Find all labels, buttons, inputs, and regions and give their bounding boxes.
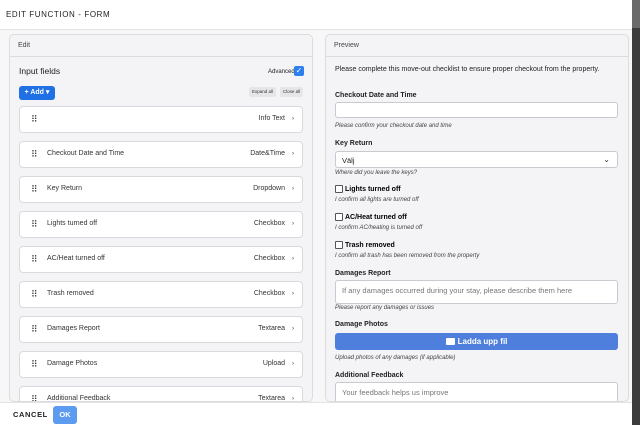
field-type: Checkbox (253, 220, 285, 227)
upload-button-label: Ladda upp fil (457, 337, 508, 346)
trash-label: Trash removed (345, 241, 395, 249)
ac-checkbox[interactable] (335, 213, 343, 221)
checkout-help: Please confirm your checkout date and ti… (335, 123, 452, 129)
advanced-label: Advanced (268, 69, 295, 75)
add-field-button[interactable]: + Add ▾ (19, 86, 55, 100)
field-name: Key Return (47, 185, 83, 192)
chevron-right-icon[interactable]: › (292, 256, 294, 262)
field-name: Damages Report (47, 325, 100, 332)
feedback-textarea[interactable]: Your feedback helps us improve (335, 382, 618, 401)
damages-textarea[interactable]: If any damages occurred during your stay… (335, 280, 618, 304)
drag-handle-icon[interactable]: ⠿ (31, 360, 38, 370)
ac-checkbox-row[interactable]: AC/Heat turned off (335, 213, 407, 221)
lights-checkbox[interactable] (335, 185, 343, 193)
drag-handle-icon[interactable]: ⠿ (31, 220, 38, 230)
field-name: Checkout Date and Time (47, 150, 125, 157)
trash-help: I confirm all trash has been removed fro… (335, 253, 480, 259)
ok-button[interactable]: OK (53, 406, 77, 424)
ac-label: AC/Heat turned off (345, 213, 407, 221)
field-row-ac[interactable]: ⠿ AC/Heat turned off Checkbox › (19, 246, 303, 273)
field-row-trash[interactable]: ⠿ Trash removed Checkbox › (19, 281, 303, 308)
edit-panel-heading: Edit (10, 35, 312, 57)
expand-all-button[interactable]: Expand all (249, 87, 276, 97)
field-name: AC/Heat turned off (47, 255, 105, 262)
lights-label: Lights turned off (345, 185, 401, 193)
drag-handle-icon[interactable]: ⠿ (31, 185, 38, 195)
field-type: Textarea (258, 325, 285, 332)
field-name: Lights turned off (47, 220, 98, 227)
drag-handle-icon[interactable]: ⠿ (31, 150, 38, 160)
key-return-select[interactable]: Välj ⌄ (335, 151, 618, 168)
field-row-lights[interactable]: ⠿ Lights turned off Checkbox › (19, 211, 303, 238)
lights-checkbox-row[interactable]: Lights turned off (335, 185, 401, 193)
dialog-footer: CANCEL OK (0, 402, 632, 425)
upload-icon (445, 338, 455, 345)
checkout-datetime-input[interactable] (335, 102, 618, 118)
chevron-down-icon: ⌄ (603, 155, 610, 164)
drag-handle-icon[interactable]: ⠿ (31, 290, 38, 300)
field-type: Dropdown (253, 185, 285, 192)
field-name: Trash removed (47, 290, 94, 297)
chevron-right-icon[interactable]: › (292, 116, 294, 122)
chevron-right-icon[interactable]: › (292, 186, 294, 192)
trash-checkbox[interactable] (335, 241, 343, 249)
edit-panel: Edit Input fields Advanced ✓ + Add ▾ Exp… (9, 34, 313, 402)
advanced-checkbox[interactable]: ✓ (294, 66, 304, 76)
chevron-right-icon[interactable]: › (292, 361, 294, 367)
field-name: Damage Photos (47, 360, 98, 367)
field-type: Date&Time (250, 150, 285, 157)
preview-panel-heading: Preview (326, 35, 628, 57)
field-type: Upload (262, 360, 285, 367)
drag-handle-icon[interactable]: ⠿ (31, 395, 38, 402)
upload-file-button[interactable]: Ladda upp fil (335, 333, 618, 350)
key-return-label: Key Return (335, 140, 373, 147)
chevron-right-icon[interactable]: › (292, 291, 294, 297)
key-return-help: Where did you leave the keys? (335, 170, 418, 176)
cancel-button[interactable]: CANCEL (13, 410, 48, 419)
close-all-button[interactable]: Close all (280, 87, 303, 97)
field-type: Checkbox (253, 290, 285, 297)
field-type: Info Text (258, 115, 285, 122)
checkout-label: Checkout Date and Time (335, 92, 417, 99)
form-intro-text: Please complete this move-out checklist … (335, 66, 600, 73)
ac-help: I confirm AC/heating is turned off (335, 225, 423, 231)
drag-handle-icon[interactable]: ⠿ (31, 115, 38, 125)
field-row-damages[interactable]: ⠿ Damages Report Textarea › (19, 316, 303, 343)
field-row-checkout[interactable]: ⠿ Checkout Date and Time Date&Time › (19, 141, 303, 168)
drag-handle-icon[interactable]: ⠿ (31, 255, 38, 265)
field-name: Additional Feedback (47, 395, 111, 402)
field-row-feedback[interactable]: ⠿ Additional Feedback Textarea › (19, 386, 303, 402)
damages-help: Please report any damages or issues (335, 305, 435, 311)
field-row-key-return[interactable]: ⠿ Key Return Dropdown › (19, 176, 303, 203)
edit-function-dialog: EDIT FUNCTION - FORM Edit Input fields A… (0, 0, 632, 425)
chevron-right-icon[interactable]: › (292, 221, 294, 227)
background-strip (632, 0, 640, 425)
preview-panel: Preview Please complete this move-out ch… (325, 34, 629, 402)
key-return-selected: Välj (342, 156, 355, 165)
chevron-right-icon[interactable]: › (292, 326, 294, 332)
photos-help: Upload photos of any damages (if applica… (335, 355, 456, 361)
field-row-photos[interactable]: ⠿ Damage Photos Upload › (19, 351, 303, 378)
input-fields-label: Input fields (19, 66, 61, 76)
field-type: Textarea (258, 395, 285, 402)
photos-label: Damage Photos (335, 321, 388, 328)
lights-help: I confirm all lights are turned off (335, 197, 419, 203)
feedback-label: Additional Feedback (335, 372, 404, 379)
field-row-info-text[interactable]: ⠿ Info Text › (19, 106, 303, 133)
field-type: Checkbox (253, 255, 285, 262)
damages-label: Damages Report (335, 270, 391, 277)
drag-handle-icon[interactable]: ⠿ (31, 325, 38, 335)
chevron-right-icon[interactable]: › (292, 151, 294, 157)
dialog-title: EDIT FUNCTION - FORM (0, 0, 632, 30)
trash-checkbox-row[interactable]: Trash removed (335, 241, 395, 249)
